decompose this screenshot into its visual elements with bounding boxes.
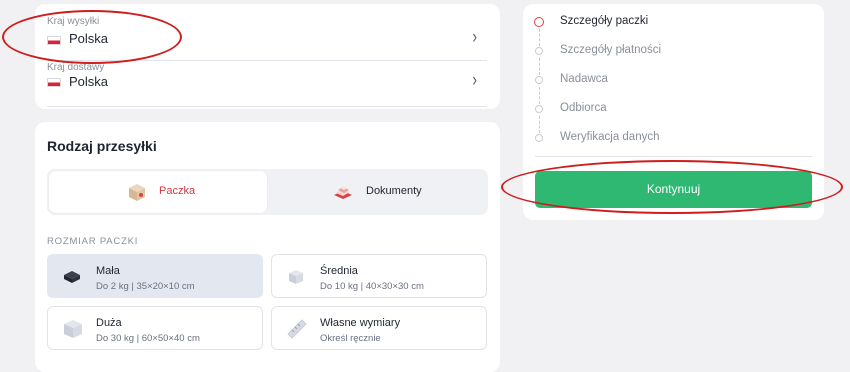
type-label-documents: Dokumenty [366,185,422,197]
poland-flag-icon [47,78,61,87]
documents-icon [334,186,352,199]
shipment-type-toggle: Paczka Dokumenty [47,169,488,215]
poland-flag-icon [47,36,61,45]
size-option-medium[interactable]: Średnia Do 10 kg | 40×30×30 cm [271,254,487,298]
delivery-country-label: Kraj dostawy [47,62,105,73]
chevron-right-icon: › [472,24,477,48]
size-desc-medium: Do 10 kg | 40×30×30 cm [320,281,424,292]
step-package-details[interactable]: Szczegóły paczki [534,12,815,32]
type-option-documents[interactable]: Dokumenty [268,171,486,213]
country-card: Kraj wysyłki Polska › Kraj dostawy Polsk… [35,4,500,109]
size-name-medium: Średnia [320,265,358,277]
medium-box-icon [289,270,303,284]
shipment-card: Rodzaj przesyłki Paczka Dokumenty ROZMIA… [35,122,500,372]
shipment-type-title: Rodzaj przesyłki [47,138,157,154]
step-indicator-active [534,17,544,27]
step-indicator [535,105,543,113]
size-name-custom: Własne wymiary [320,317,401,329]
sender-country-label: Kraj wysyłki [47,16,100,27]
size-name-small: Mała [96,265,120,277]
package-size-title: ROZMIAR PACZKI [47,236,139,247]
step-recipient[interactable]: Odbiorca [535,99,815,119]
size-name-large: Duża [96,317,122,329]
type-option-parcel[interactable]: Paczka [49,171,267,213]
step-sender[interactable]: Nadawca [535,70,815,90]
type-label-parcel: Paczka [159,185,196,197]
step-label: Weryfikacja danych [560,131,660,143]
large-box-icon [64,320,82,338]
size-desc-small: Do 2 kg | 35×20×10 cm [96,281,195,292]
step-label: Szczegóły płatności [560,44,661,56]
sender-country-value: Polska [69,31,109,46]
ruler-icon [287,319,307,339]
size-option-custom[interactable]: Własne wymiary Określ ręcznie [271,306,487,350]
size-option-small[interactable]: Mała Do 2 kg | 35×20×10 cm [47,254,263,298]
step-verification[interactable]: Weryfikacja danych [535,128,815,148]
step-indicator [535,134,543,142]
size-desc-custom: Określ ręcznie [320,333,381,344]
steps-card: Szczegóły paczki Szczegóły płatności Nad… [523,4,824,220]
chevron-right-icon: › [472,67,477,91]
size-desc-large: Do 30 kg | 60×50×40 cm [96,333,200,344]
step-label: Odbiorca [560,102,607,114]
delivery-country-value: Polska [69,74,109,89]
continue-button[interactable]: Kontynuuj [535,171,812,208]
parcel-box-icon [129,184,145,201]
step-payment-details[interactable]: Szczegóły płatności [535,41,815,61]
step-indicator [535,76,543,84]
size-option-large[interactable]: Duża Do 30 kg | 60×50×40 cm [47,306,263,350]
step-label: Szczegóły paczki [560,15,649,27]
step-label: Nadawca [560,73,608,85]
delivery-country-select[interactable]: Kraj dostawy Polska › [47,62,487,107]
divider [535,156,812,157]
step-indicator [535,47,543,55]
small-box-icon [64,271,80,283]
sender-country-select[interactable]: Kraj wysyłki Polska › [47,16,487,61]
